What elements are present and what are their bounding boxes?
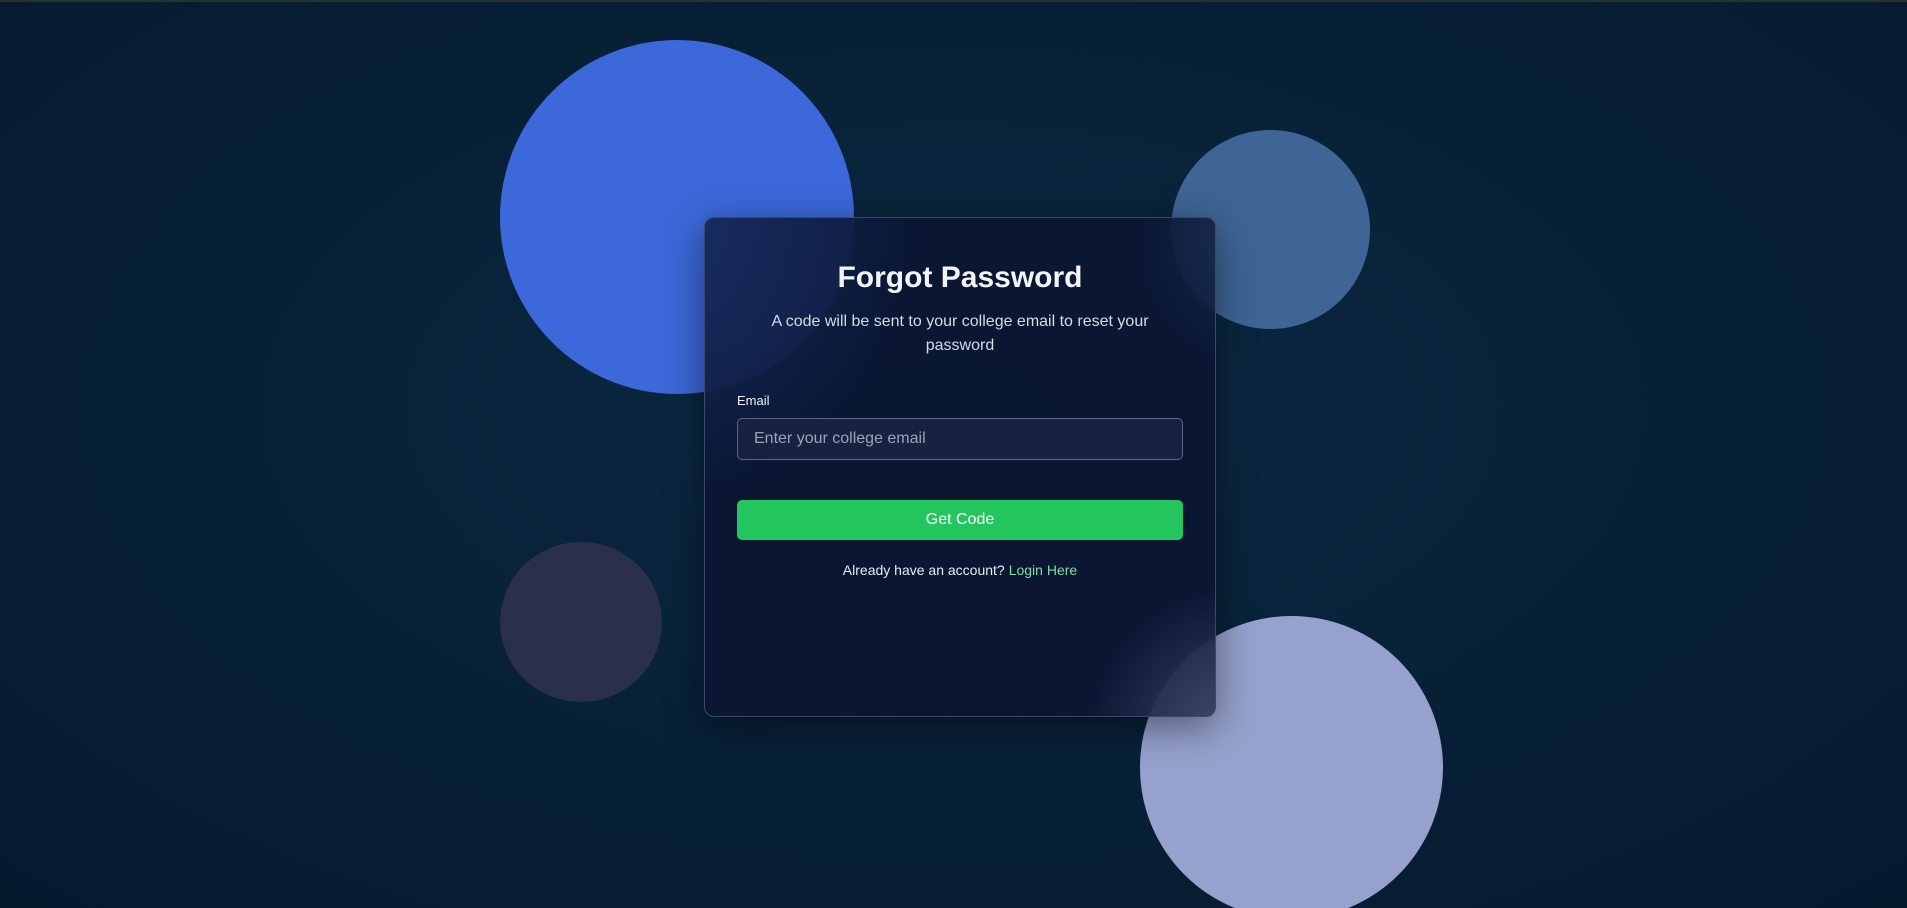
page-subtitle: A code will be sent to your college emai… [771,313,1149,354]
decorative-circle-dark [500,542,662,702]
card-content: Forgot Password A code will be sent to y… [705,260,1215,580]
forgot-password-card: Forgot Password A code will be sent to y… [704,217,1216,717]
login-link[interactable]: Login Here [1009,562,1078,578]
email-field[interactable] [737,418,1183,460]
login-prompt-text: Already have an account? [842,562,1005,578]
email-label: Email [737,393,770,408]
get-code-button[interactable]: Get Code [737,500,1183,540]
login-prompt: Already have an account? Login Here [737,560,1183,580]
top-border [0,0,1907,2]
page-title: Forgot Password [837,261,1083,294]
